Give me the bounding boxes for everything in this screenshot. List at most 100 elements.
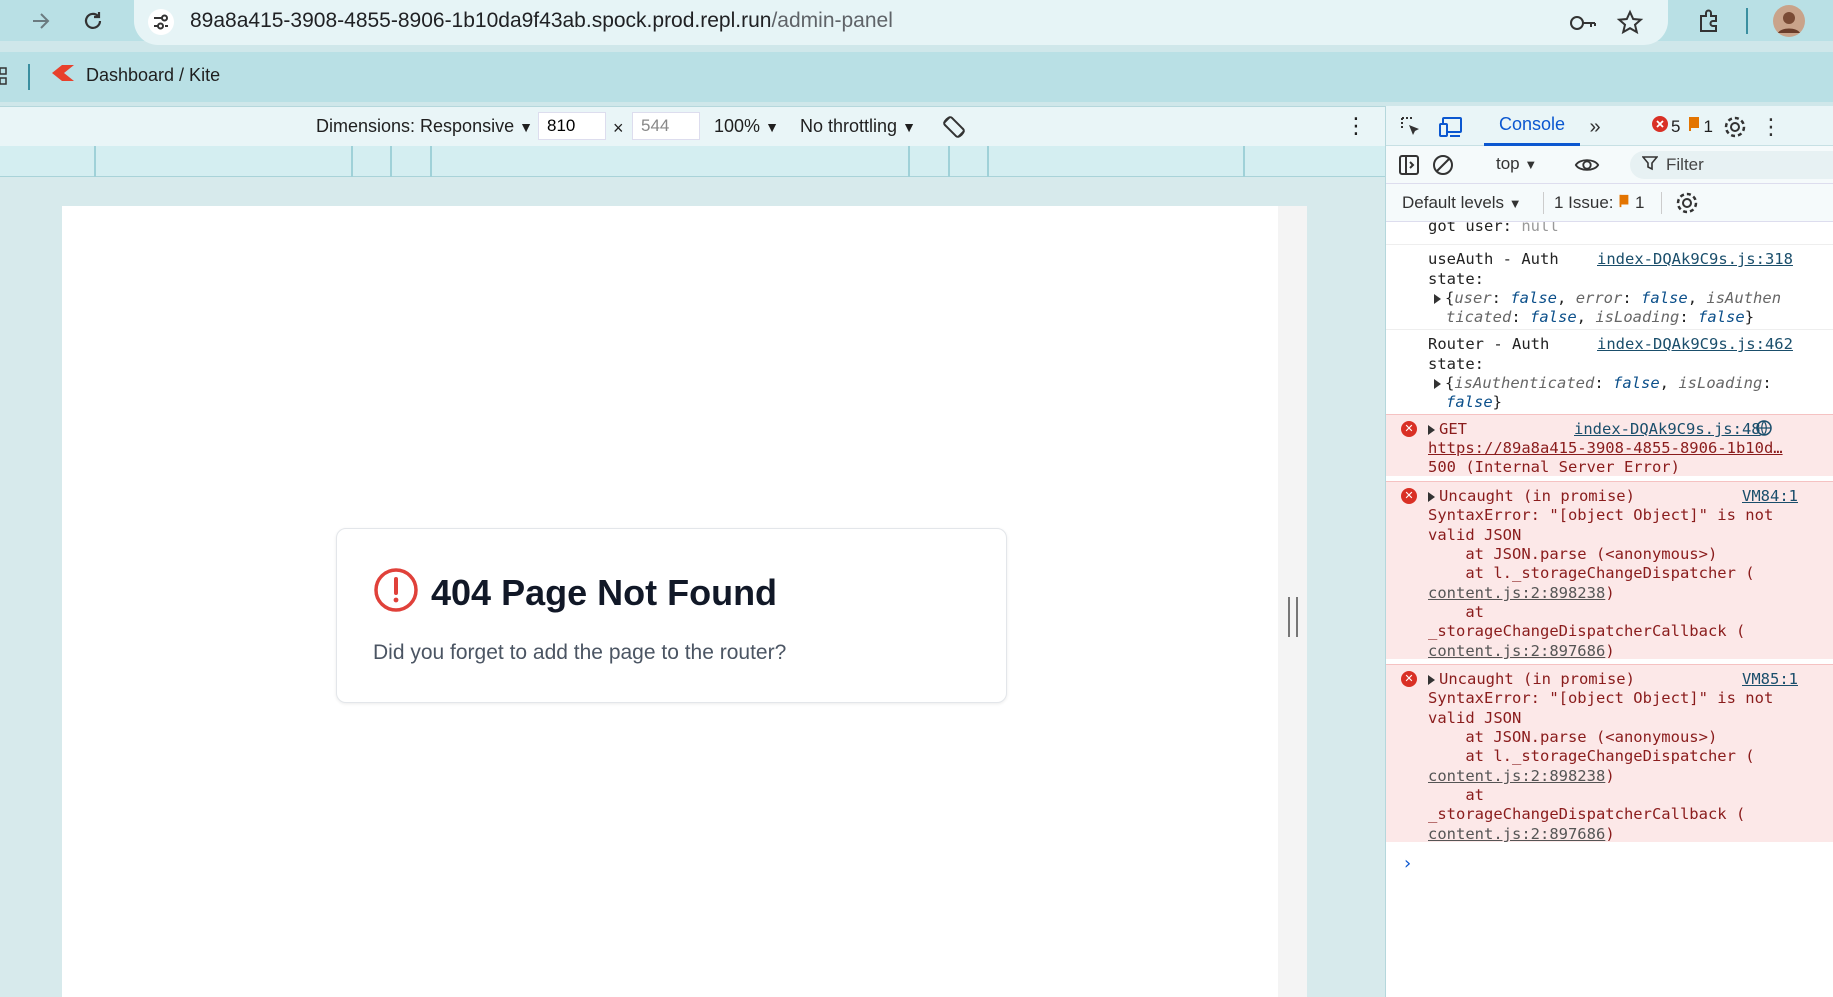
more-options-icon[interactable]: ⋮ (1345, 113, 1367, 139)
stack-line: content.js:2:897686) (1428, 824, 1615, 844)
issue-flag-icon (1688, 116, 1700, 137)
source-link[interactable]: VM84:1 (1742, 486, 1798, 506)
browser-top-bar: 89a8a415-3908-4855-8906-1b10da9f43ab.spo… (0, 0, 1833, 45)
separator (1543, 192, 1544, 214)
zoom-select[interactable]: 100% ▼ (714, 116, 779, 137)
source-link[interactable]: index-DQAk9C9s.js:48 (1574, 419, 1761, 439)
error-head[interactable]: GET (1428, 419, 1467, 439)
expand-triangle-icon[interactable] (1434, 378, 1441, 389)
dimensions-select[interactable]: Dimensions: Responsive ▼ (316, 116, 533, 137)
error-head[interactable]: Uncaught (in promise) (1428, 486, 1635, 506)
caret-down-icon: ▼ (1508, 196, 1522, 211)
log-label: got user: (1428, 222, 1512, 235)
stack-source-link[interactable]: content.js:2:897686 (1428, 642, 1605, 660)
filter-funnel-icon (1641, 155, 1659, 176)
console-settings-gear-icon[interactable] (1674, 190, 1700, 216)
log-text: Router - Auth (1428, 335, 1550, 353)
viewport-resize-handle[interactable] (1288, 597, 1298, 637)
warning-count: 1 (1703, 116, 1713, 136)
devtools-counters[interactable]: 5 1 (1652, 116, 1713, 137)
stack-line: at JSON.parse (<anonymous>) (1428, 728, 1718, 746)
expand-triangle-icon[interactable] (1428, 491, 1435, 502)
error-x-icon: ✕ (1401, 671, 1417, 687)
console-error: ✕ GET index-DQAk9C9s.js:48 https://89a8a… (1386, 414, 1833, 476)
object-preview: ticated: false, isLoading: false} (1446, 308, 1755, 326)
bookmarks-bar: Dashboard / Kite (0, 52, 1833, 102)
error-line: SyntaxError: "[object Object]" is not (1428, 689, 1774, 707)
page-description: Did you forget to add the page to the ro… (373, 641, 787, 664)
reload-icon[interactable] (80, 8, 106, 34)
expand-triangle-icon[interactable] (1428, 424, 1435, 435)
console-filter-bar: top ▼ Filter (1386, 146, 1833, 184)
apps-grid-icon[interactable] (0, 66, 8, 93)
close-paren: ) (1605, 642, 1615, 660)
issues-button[interactable]: 1 Issue: 1 (1554, 193, 1644, 213)
device-toggle-icon[interactable] (1438, 114, 1464, 140)
times-separator: × (613, 118, 624, 138)
error-counter: 5 (1652, 116, 1680, 137)
ruler-tick (908, 146, 910, 177)
stack-source-link[interactable]: content.js:2:898238 (1428, 767, 1605, 785)
device-toolbar: Dimensions: Responsive ▼ × 100% ▼ No thr… (0, 106, 1385, 146)
not-found-card: 404 Page Not Found Did you forget to add… (336, 528, 1007, 703)
extensions-puzzle-icon[interactable] (1696, 8, 1722, 34)
page-title: 404 Page Not Found (431, 571, 778, 613)
error-status: 500 (Internal Server Error) (1428, 458, 1680, 476)
bookmark-star-icon[interactable] (1616, 9, 1646, 37)
context-select[interactable]: top ▼ (1496, 154, 1537, 174)
log-text: useAuth - Auth (1428, 250, 1559, 268)
stack-line: content.js:2:898238) (1428, 583, 1615, 603)
clear-console-icon[interactable] (1430, 152, 1456, 178)
console-levels-bar: Default levels ▼ 1 Issue: 1 (1386, 184, 1833, 222)
request-url-link[interactable]: https://89a8a415-3908-4855-8906-1b10d… (1428, 438, 1783, 458)
site-settings-icon[interactable] (148, 9, 174, 35)
levels-label: Default levels (1402, 193, 1505, 212)
error-count: 5 (1671, 116, 1681, 136)
rotate-icon[interactable] (940, 113, 968, 146)
url-text[interactable]: 89a8a415-3908-4855-8906-1b10da9f43ab.spo… (190, 9, 893, 33)
error-method: GET (1439, 420, 1467, 438)
profile-avatar[interactable] (1773, 5, 1805, 37)
more-tabs-chevron-icon[interactable]: » (1582, 114, 1608, 140)
issues-label: 1 Issue: (1554, 193, 1614, 212)
live-expression-eye-icon[interactable] (1574, 152, 1600, 178)
card-title-row: 404 Page Not Found (373, 567, 777, 618)
tab-console[interactable]: Console (1484, 106, 1580, 146)
error-head[interactable]: Uncaught (in promise) (1428, 669, 1635, 689)
devtools-panel: Console » 5 1 ⋮ top ▼ Filter Default lev… (1385, 106, 1833, 997)
zoom-label: 100% (714, 116, 761, 136)
expand-triangle-icon[interactable] (1428, 674, 1435, 685)
source-link[interactable]: index-DQAk9C9s.js:318 (1597, 249, 1793, 269)
url-host: 89a8a415-3908-4855-8906-1b10da9f43ab.spo… (190, 9, 772, 32)
throttling-select[interactable]: No throttling ▼ (800, 116, 916, 137)
source-link[interactable]: index-DQAk9C9s.js:462 (1597, 334, 1793, 354)
inspect-element-icon[interactable] (1398, 114, 1424, 140)
object-preview[interactable]: {user: false, error: false, isAuthen (1434, 288, 1781, 308)
console-message: useAuth - Auth state: index-DQAk9C9s.js:… (1386, 244, 1833, 326)
bookmark-label: Dashboard / Kite (86, 65, 221, 85)
issues-count: 1 (1635, 193, 1645, 212)
issue-flag-icon (1618, 193, 1630, 212)
log-levels-select[interactable]: Default levels ▼ (1402, 193, 1522, 213)
settings-gear-icon[interactable] (1722, 114, 1748, 140)
viewport-width-input[interactable] (538, 112, 606, 140)
sidebar-toggle-icon[interactable] (1396, 152, 1422, 178)
object-preview[interactable]: {isAuthenticated: false, isLoading: (1434, 373, 1772, 393)
viewport-height-input[interactable] (632, 112, 700, 140)
console-prompt[interactable]: › (1404, 854, 1411, 874)
source-link[interactable]: VM85:1 (1742, 669, 1798, 689)
console-filter-input[interactable]: Filter (1630, 151, 1833, 179)
devtools-menu-icon[interactable]: ⋮ (1758, 114, 1784, 140)
stack-source-link[interactable]: content.js:2:898238 (1428, 584, 1605, 602)
address-bar[interactable]: 89a8a415-3908-4855-8906-1b10da9f43ab.spo… (134, 0, 1668, 45)
stack-line: at (1428, 786, 1484, 804)
ruler-tick (1243, 146, 1245, 177)
bookmark-dashboard-kite[interactable]: Dashboard / Kite (50, 64, 220, 87)
stack-line: at l._storageChangeDispatcher ( (1428, 564, 1755, 582)
console-error: ✕ Uncaught (in promise) VM85:1 SyntaxErr… (1386, 664, 1833, 844)
password-key-icon[interactable] (1568, 9, 1598, 37)
forward-arrow-icon[interactable] (28, 8, 54, 34)
stack-source-link[interactable]: content.js:2:897686 (1428, 825, 1605, 843)
ruler-tick (948, 146, 950, 177)
expand-triangle-icon[interactable] (1434, 293, 1441, 304)
